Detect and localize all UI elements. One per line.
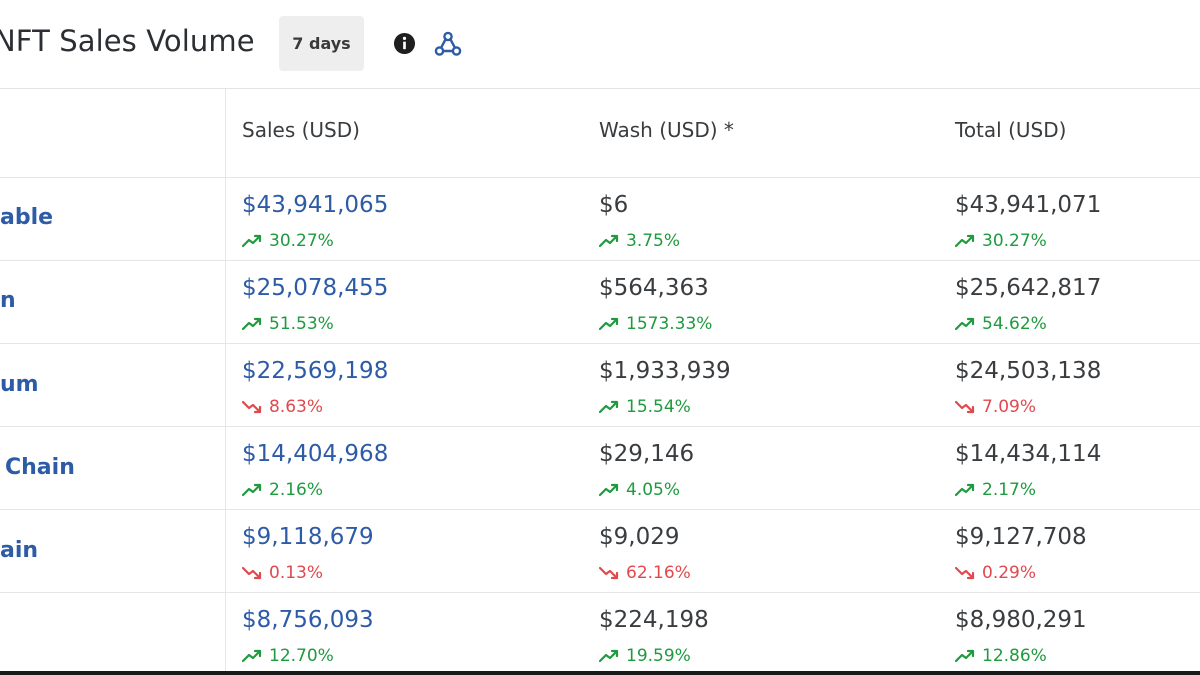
row-divider	[0, 343, 1200, 344]
sales-change-label: 30.27%	[269, 231, 334, 251]
wash-value: $6	[599, 192, 629, 218]
chain-link[interactable]: able	[0, 205, 53, 230]
page-title: NFT Sales Volume	[0, 24, 255, 58]
trending-down-icon	[242, 400, 262, 414]
trending-down-icon	[955, 566, 975, 580]
trending-up-icon	[599, 400, 619, 414]
total-value: $14,434,114	[955, 441, 1102, 467]
total-value: $25,642,817	[955, 275, 1102, 301]
wash-value: $224,198	[599, 607, 709, 633]
wash-change: 4.05%	[599, 480, 680, 500]
total-change-label: 0.29%	[982, 563, 1037, 583]
total-change: 0.29%	[955, 563, 1036, 583]
row-divider	[0, 509, 1200, 510]
trending-up-icon	[599, 234, 619, 248]
total-change: 2.17%	[955, 480, 1036, 500]
trending-up-icon	[955, 317, 975, 331]
total-change-label: 54.62%	[982, 314, 1047, 334]
sales-value[interactable]: $8,756,093	[242, 607, 374, 633]
sales-value[interactable]: $9,118,679	[242, 524, 374, 550]
sales-value[interactable]: $22,569,198	[242, 358, 388, 384]
sales-change-label: 0.13%	[269, 563, 324, 583]
total-change: 7.09%	[955, 397, 1036, 417]
chain-link[interactable]: um	[0, 372, 39, 397]
trending-up-icon	[242, 483, 262, 497]
sales-change-label: 12.70%	[269, 646, 334, 666]
total-change-label: 2.17%	[982, 480, 1037, 500]
total-change: 30.27%	[955, 231, 1047, 251]
total-change: 12.86%	[955, 646, 1047, 666]
row-divider	[0, 426, 1200, 427]
sales-change: 2.16%	[242, 480, 323, 500]
chain-link[interactable]: ain	[0, 538, 38, 563]
wash-change: 19.59%	[599, 646, 691, 666]
sales-change: 30.27%	[242, 231, 334, 251]
trending-down-icon	[599, 566, 619, 580]
wash-value: $9,029	[599, 524, 680, 550]
info-icon[interactable]	[393, 32, 416, 55]
period-selector-button[interactable]: 7 days	[279, 16, 364, 71]
total-change: 54.62%	[955, 314, 1047, 334]
row-divider	[0, 592, 1200, 593]
header-divider	[0, 88, 1200, 89]
trending-up-icon	[242, 317, 262, 331]
wash-change-label: 19.59%	[626, 646, 691, 666]
total-value: $43,941,071	[955, 192, 1102, 218]
window-bottom-edge	[0, 671, 1200, 675]
wash-change: 62.16%	[599, 563, 691, 583]
sales-change: 0.13%	[242, 563, 323, 583]
wash-change-label: 4.05%	[626, 480, 681, 500]
column-header-sales[interactable]: Sales (USD)	[242, 118, 360, 142]
trending-up-icon	[242, 234, 262, 248]
trending-up-icon	[955, 649, 975, 663]
trending-up-icon	[599, 649, 619, 663]
wash-value: $564,363	[599, 275, 709, 301]
sales-value[interactable]: $43,941,065	[242, 192, 388, 218]
total-value: $9,127,708	[955, 524, 1087, 550]
sales-change-label: 2.16%	[269, 480, 324, 500]
wash-change-label: 15.54%	[626, 397, 691, 417]
chain-link[interactable]: n	[0, 288, 16, 313]
row-divider	[0, 177, 1200, 178]
wash-change: 15.54%	[599, 397, 691, 417]
trending-down-icon	[242, 566, 262, 580]
row-divider	[0, 260, 1200, 261]
wash-change-label: 1573.33%	[626, 314, 713, 334]
sales-change: 12.70%	[242, 646, 334, 666]
trending-down-icon	[955, 400, 975, 414]
chain-link[interactable]: Chain	[5, 455, 75, 480]
nft-sales-panel: NFT Sales Volume 7 days Sales (USD) Wash…	[0, 0, 1200, 675]
sales-change-label: 8.63%	[269, 397, 324, 417]
sales-change: 51.53%	[242, 314, 334, 334]
wash-change-label: 62.16%	[626, 563, 691, 583]
sales-change-label: 51.53%	[269, 314, 334, 334]
trending-up-icon	[242, 649, 262, 663]
total-change-label: 30.27%	[982, 231, 1047, 251]
total-change-label: 7.09%	[982, 397, 1037, 417]
sales-value[interactable]: $25,078,455	[242, 275, 388, 301]
sales-change: 8.63%	[242, 397, 323, 417]
panel-header: NFT Sales Volume 7 days	[0, 0, 1200, 88]
column-header-wash[interactable]: Wash (USD) *	[599, 118, 734, 142]
trending-up-icon	[955, 234, 975, 248]
total-change-label: 12.86%	[982, 646, 1047, 666]
trending-up-icon	[599, 317, 619, 331]
column-header-total[interactable]: Total (USD)	[955, 118, 1066, 142]
wash-value: $29,146	[599, 441, 695, 467]
trending-up-icon	[599, 483, 619, 497]
total-value: $8,980,291	[955, 607, 1087, 633]
total-value: $24,503,138	[955, 358, 1102, 384]
trending-up-icon	[955, 483, 975, 497]
webhook-icon[interactable]	[433, 29, 463, 59]
wash-value: $1,933,939	[599, 358, 731, 384]
wash-change: 3.75%	[599, 231, 680, 251]
wash-change-label: 3.75%	[626, 231, 681, 251]
sales-value[interactable]: $14,404,968	[242, 441, 388, 467]
wash-change: 1573.33%	[599, 314, 712, 334]
